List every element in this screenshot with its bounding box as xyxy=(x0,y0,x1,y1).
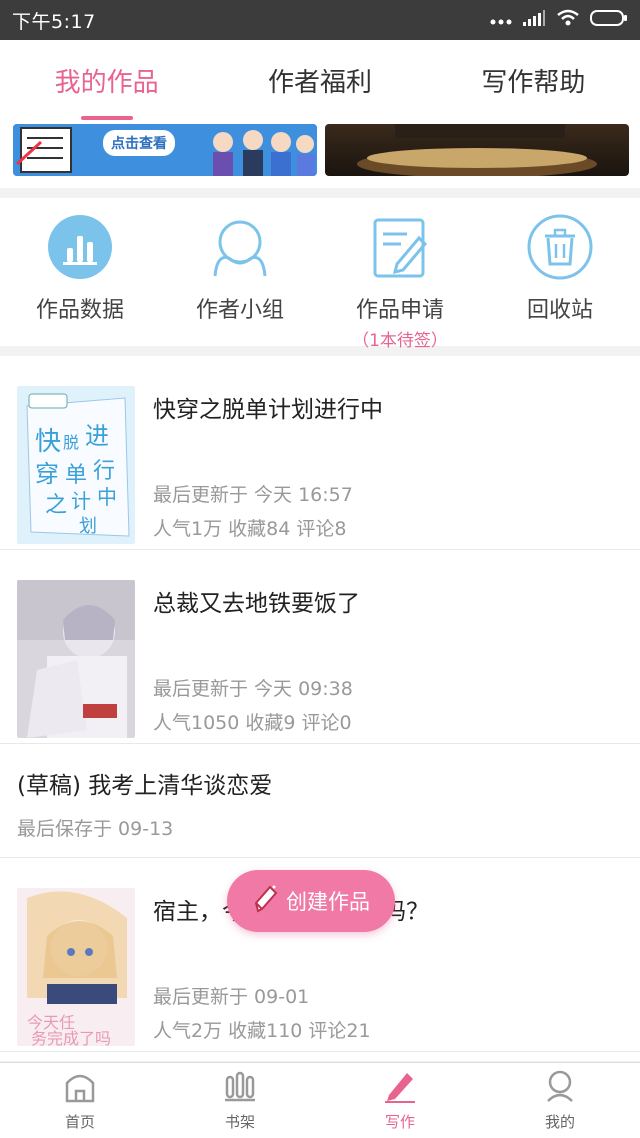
quick-action-label: 回收站 xyxy=(526,298,593,323)
quick-action-author-group[interactable]: 作者小组 xyxy=(160,198,320,346)
svg-text:计: 计 xyxy=(71,489,91,513)
work-updated: 最后更新于 今天 09:38 xyxy=(153,678,353,700)
top-tabs: 我的作品 作者福利 写作帮助 xyxy=(0,40,640,120)
create-work-label: 创建作品 xyxy=(286,890,370,914)
work-title: (草稿) 我考上清华谈恋爱 xyxy=(17,773,273,799)
quick-actions: 作品数据 作者小组 作品申请 （1本待签） 回收站 xyxy=(0,198,640,351)
quick-action-label: 作品数据 xyxy=(35,298,124,323)
book-cover xyxy=(17,580,135,738)
quick-action-recycle-bin[interactable]: 回收站 xyxy=(480,198,640,346)
work-stats: 人气2万 收藏110 评论21 xyxy=(153,1020,371,1042)
pen-icon xyxy=(383,1069,417,1107)
work-stats: 人气1050 收藏9 评论0 xyxy=(153,712,352,734)
work-item[interactable]: 快 脱 进 穿 单 行 之 计 中 划 快穿之脱单计划进行中 最后更新于 今天 … xyxy=(0,356,640,550)
work-updated: 最后更新于 今天 16:57 xyxy=(153,484,353,506)
quick-action-label: 作品申请 xyxy=(355,298,444,323)
quick-action-work-data[interactable]: 作品数据 xyxy=(0,198,160,346)
book-cover: 今天任 务完成了吗 xyxy=(17,888,135,1046)
nav-bookshelf[interactable]: 书架 xyxy=(160,1063,320,1138)
banner-promo-right[interactable] xyxy=(325,124,629,176)
svg-text:单: 单 xyxy=(65,463,87,488)
works-list: 快 脱 进 穿 单 行 之 计 中 划 快穿之脱单计划进行中 最后更新于 今天 … xyxy=(0,356,640,1061)
bottom-nav: 首页 书架 写作 我的 xyxy=(0,1062,640,1138)
home-icon xyxy=(63,1069,97,1107)
quick-action-label: 作者小组 xyxy=(195,298,284,323)
group-icon xyxy=(207,214,273,280)
tab-my-works[interactable]: 我的作品 xyxy=(0,40,213,120)
signal-icon xyxy=(522,9,546,31)
svg-text:中: 中 xyxy=(97,485,117,509)
banner-strip: 点击查看 xyxy=(0,120,640,188)
tab-label: 我的作品 xyxy=(54,67,159,98)
work-stats: 人气1万 收藏84 评论8 xyxy=(153,518,347,540)
svg-text:务完成了吗: 务完成了吗 xyxy=(31,1029,111,1046)
svg-text:划: 划 xyxy=(79,516,97,537)
status-icons xyxy=(490,9,628,31)
tab-writing-help[interactable]: 写作帮助 xyxy=(427,40,640,120)
nav-profile[interactable]: 我的 xyxy=(480,1063,640,1138)
bar-chart-icon xyxy=(47,214,113,280)
pending-sign-count: （1本待签） xyxy=(352,331,448,351)
work-title: 快穿之脱单计划进行中 xyxy=(153,397,383,423)
wifi-icon xyxy=(556,9,580,31)
battery-icon xyxy=(590,9,628,31)
work-item[interactable]: 总裁又去地铁要饭了 最后更新于 今天 09:38 人气1050 收藏9 评论0 xyxy=(0,550,640,744)
draft-item[interactable]: (草稿) 我考上清华谈恋爱 最后保存于 09-13 xyxy=(0,744,640,858)
svg-text:行: 行 xyxy=(93,459,115,484)
svg-text:穿: 穿 xyxy=(35,460,59,488)
book-cover: 快 脱 进 穿 单 行 之 计 中 划 xyxy=(17,386,135,544)
svg-text:脱: 脱 xyxy=(63,433,79,452)
tab-label: 作者福利 xyxy=(267,67,372,98)
nav-write[interactable]: 写作 xyxy=(320,1063,480,1138)
stage-illustration xyxy=(357,124,597,176)
create-work-button[interactable]: 创建作品 xyxy=(227,870,395,932)
status-time: 下午5:17 xyxy=(12,10,96,33)
pencil-icon xyxy=(252,883,278,920)
nav-label: 写作 xyxy=(384,1113,415,1131)
edit-document-icon xyxy=(367,214,433,280)
work-updated: 最后更新于 09-01 xyxy=(153,986,310,1008)
more-dots-icon xyxy=(490,11,512,30)
status-bar: 下午5:17 xyxy=(0,0,640,40)
nav-label: 我的 xyxy=(544,1113,575,1131)
banner-view-button[interactable]: 点击查看 xyxy=(103,130,175,156)
tab-label: 写作帮助 xyxy=(481,67,586,98)
work-title: 总裁又去地铁要饭了 xyxy=(153,591,360,617)
svg-text:进: 进 xyxy=(85,422,109,450)
banner-promo-left[interactable]: 点击查看 xyxy=(13,124,317,176)
work-saved: 最后保存于 09-13 xyxy=(17,818,174,840)
nav-home[interactable]: 首页 xyxy=(0,1063,160,1138)
tab-author-benefits[interactable]: 作者福利 xyxy=(213,40,426,120)
svg-text:快: 快 xyxy=(35,427,61,457)
nav-label: 书架 xyxy=(224,1113,255,1131)
quick-action-work-apply[interactable]: 作品申请 （1本待签） xyxy=(320,198,480,351)
svg-text:之: 之 xyxy=(45,493,67,518)
trash-icon xyxy=(527,214,593,280)
profile-icon xyxy=(543,1069,577,1107)
nav-label: 首页 xyxy=(64,1113,95,1131)
bookshelf-icon xyxy=(223,1069,257,1107)
